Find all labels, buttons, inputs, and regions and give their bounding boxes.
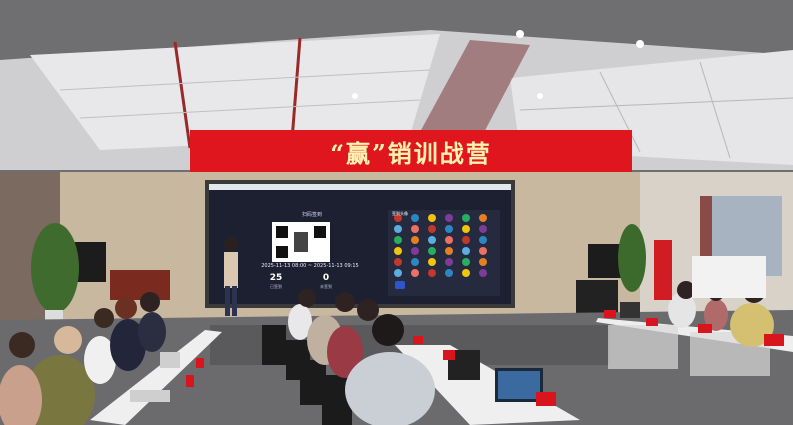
attendee-avatar — [445, 225, 453, 233]
attendee-avatar — [445, 214, 453, 222]
whiteboard — [692, 256, 766, 298]
attendee-avatar — [411, 225, 419, 233]
attendee-avatar — [479, 225, 487, 233]
stat-signed-value: 25 — [269, 273, 283, 283]
attendee-avatar — [462, 258, 470, 266]
attendee-avatar — [411, 269, 419, 277]
stat-unsigned-label: 未签到 — [320, 284, 332, 289]
attendee-avatar — [394, 236, 402, 244]
attendee-avatar — [462, 225, 470, 233]
presenter — [224, 252, 238, 288]
plant-left — [31, 223, 79, 313]
attendee-avatar — [462, 247, 470, 255]
stat-signed-label: 已签到 — [270, 284, 282, 289]
stat-unsigned-value: 0 — [322, 273, 330, 283]
attendee-avatar — [428, 258, 436, 266]
attendee-avatar — [462, 214, 470, 222]
attendee-avatar — [428, 225, 436, 233]
screen-title: 扫码签到 — [301, 212, 322, 218]
attendee-avatar — [445, 236, 453, 244]
attendee-avatar — [428, 247, 436, 255]
attendee-avatar — [428, 214, 436, 222]
downlight — [352, 93, 358, 99]
attendee-avatar — [479, 269, 487, 277]
training-room-photo: “赢”销训战营 扫码签到 签到头像 2025-11-13 08:00 ~ 202… — [0, 0, 793, 425]
attendee-avatar — [428, 269, 436, 277]
plant-right — [618, 224, 646, 292]
attendee-avatar — [462, 269, 470, 277]
screen-time-range: 2025-11-13 08:00 ~ 2025-11-13 09:15 — [261, 263, 359, 269]
attendee-avatar — [479, 258, 487, 266]
attendee-avatar — [445, 247, 453, 255]
attendee-avatar — [445, 258, 453, 266]
attendee-avatar — [411, 258, 419, 266]
speaker-right — [588, 244, 622, 278]
downlight — [636, 40, 644, 48]
banner-title: “赢”销训战营 — [330, 138, 492, 168]
attendee-avatar — [394, 269, 402, 277]
cabinet — [110, 270, 170, 300]
attendee-avatar — [479, 236, 487, 244]
attendee-avatar — [479, 247, 487, 255]
downlight — [537, 93, 543, 99]
attendee-avatar — [411, 236, 419, 244]
attendee-avatar — [394, 225, 402, 233]
attendee-avatar — [411, 214, 419, 222]
attendee-avatar — [445, 269, 453, 277]
roll-up-banner — [654, 240, 672, 300]
attendee-avatar — [394, 247, 402, 255]
attendee-avatar — [411, 247, 419, 255]
screen-tab-label: 签到头像 — [392, 211, 408, 216]
attendee-avatar — [428, 236, 436, 244]
speaker-left — [74, 242, 106, 282]
attendee-avatar — [462, 236, 470, 244]
downlight — [516, 30, 524, 38]
attendee-avatar — [479, 214, 487, 222]
attendee-avatar — [394, 258, 402, 266]
